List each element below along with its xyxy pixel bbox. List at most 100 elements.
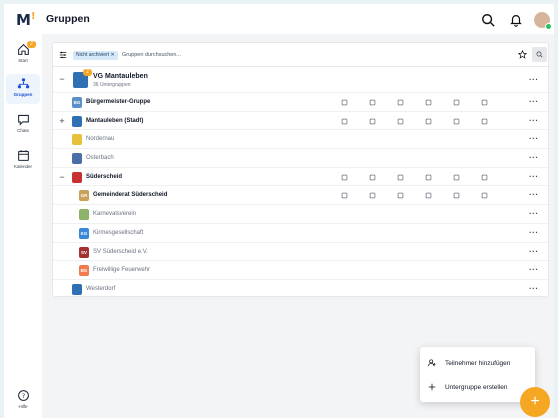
sidebar: 2 Start Gruppen Chats Kalender ? Hilfe: [4, 34, 42, 418]
group-name: Mantauleben (Stadt): [86, 117, 144, 124]
note-icon[interactable]: [453, 118, 460, 125]
search-icon: [536, 51, 543, 58]
more-options-icon[interactable]: ···: [529, 209, 539, 218]
header: M! Gruppen: [4, 4, 554, 34]
more-options-icon[interactable]: ···: [529, 153, 539, 162]
user-icon[interactable]: [341, 118, 348, 125]
group-subtitle: 36 Untergruppen: [93, 82, 131, 88]
add-participant-menu-item[interactable]: Teilnehmer hinzufügen: [428, 354, 510, 372]
user-icon[interactable]: [341, 174, 348, 181]
crest-icon: BG: [72, 97, 82, 108]
more-options-icon[interactable]: ···: [529, 190, 539, 199]
group-name: VG Mantauleben: [93, 73, 148, 80]
crest-icon: KG: [79, 227, 89, 239]
phone-icon[interactable]: [369, 174, 376, 181]
expand-toggle[interactable]: −: [58, 172, 66, 182]
page-title: Gruppen: [46, 13, 90, 25]
share-icon[interactable]: [397, 174, 404, 181]
table-row[interactable]: Karnevalsverein ···: [53, 205, 550, 224]
user-avatar[interactable]: [534, 12, 552, 30]
add-fab-button[interactable]: +: [520, 387, 550, 417]
doc-icon[interactable]: [425, 174, 432, 181]
share-icon[interactable]: [397, 192, 404, 199]
more-options-icon[interactable]: ···: [529, 172, 539, 181]
group-name: Gemeinderat Süderscheid: [93, 192, 168, 199]
menu-item-label: Teilnehmer hinzufügen: [445, 359, 511, 367]
table-row[interactable]: GR Gemeinderat Süderscheid ···: [53, 186, 550, 206]
group-name: Osterbach: [86, 155, 114, 162]
plus-icon: +: [530, 393, 540, 410]
expand-toggle[interactable]: +: [58, 116, 66, 126]
bell-icon[interactable]: [509, 13, 523, 27]
table-row[interactable]: Nordernau ···: [53, 130, 550, 150]
info-icon[interactable]: [481, 118, 488, 125]
share-icon[interactable]: [397, 99, 404, 106]
table-row[interactable]: Osterbach ···: [53, 149, 550, 168]
user-icon[interactable]: [341, 99, 348, 106]
more-options-icon[interactable]: ···: [529, 97, 539, 106]
filter-chip[interactable]: Nicht archiviert ✕: [73, 51, 118, 60]
sidebar-item-kalender[interactable]: Kalender: [6, 146, 40, 176]
collapse-toggle[interactable]: −: [58, 74, 66, 84]
app-logo[interactable]: M!: [16, 11, 36, 29]
action-menu: Teilnehmer hinzufügen Untergruppe erstel…: [420, 347, 535, 402]
search-icon[interactable]: [481, 13, 495, 27]
sidebar-item-gruppen[interactable]: Gruppen: [6, 74, 40, 104]
crest-icon: [72, 283, 82, 295]
share-icon[interactable]: [397, 118, 404, 125]
crest-icon: BG: [79, 265, 89, 277]
sidebar-item-hilfe[interactable]: ? Hilfe: [6, 386, 40, 416]
user-icon[interactable]: [341, 192, 348, 199]
phone-icon[interactable]: [369, 99, 376, 106]
more-options-icon[interactable]: ···: [529, 134, 539, 143]
close-icon[interactable]: ✕: [110, 52, 114, 58]
table-row[interactable]: SV SV Süderscheid e.V. ···: [53, 243, 550, 262]
svg-text:?: ?: [21, 392, 24, 400]
note-icon[interactable]: [453, 174, 460, 181]
more-options-icon[interactable]: ···: [529, 116, 539, 125]
info-icon[interactable]: [481, 174, 488, 181]
doc-icon[interactable]: [425, 118, 432, 125]
table-row[interactable]: + Mantauleben (Stadt) ···: [53, 112, 550, 131]
sidebar-item-label: Hilfe: [18, 404, 28, 409]
filter-icon[interactable]: [59, 51, 67, 59]
create-subgroup-menu-item[interactable]: Untergruppe erstellen: [428, 378, 508, 396]
more-options-icon[interactable]: ···: [529, 284, 539, 293]
search-input[interactable]: [122, 49, 422, 61]
group-name: Nordernau: [86, 136, 115, 143]
note-icon[interactable]: [453, 192, 460, 199]
table-row[interactable]: BG Bürgermeister-Gruppe ···: [53, 93, 550, 112]
more-options-icon[interactable]: ···: [529, 75, 539, 84]
table-row[interactable]: − Süderscheid ···: [53, 168, 550, 187]
sidebar-item-label: Kalender: [13, 164, 32, 169]
sidebar-item-chats[interactable]: Chats: [6, 110, 40, 140]
menu-item-label: Untergruppe erstellen: [445, 383, 508, 391]
more-options-icon[interactable]: ···: [529, 265, 539, 274]
table-row[interactable]: Westerdorf ···: [53, 280, 550, 299]
chat-icon: [17, 114, 29, 126]
crest-icon: [72, 134, 82, 146]
search-button[interactable]: [532, 47, 547, 62]
doc-icon[interactable]: [425, 99, 432, 106]
phone-icon[interactable]: [369, 192, 376, 199]
group-name: Kirmesgesellschaft: [93, 229, 144, 236]
star-icon[interactable]: [518, 50, 527, 59]
sidebar-item-label: Start: [18, 58, 28, 63]
filter-bar: Nicht archiviert ✕: [53, 43, 550, 67]
more-options-icon[interactable]: ···: [529, 228, 539, 237]
calendar-icon: [17, 150, 29, 161]
table-row[interactable]: KG Kirmesgesellschaft ···: [53, 224, 550, 243]
table-row[interactable]: − 2 VG Mantauleben 36 Untergruppen ···: [53, 67, 550, 93]
crest-icon: GR: [79, 190, 89, 202]
doc-icon[interactable]: [425, 192, 432, 199]
sidebar-item-start[interactable]: 2 Start: [6, 40, 40, 70]
info-icon[interactable]: [481, 99, 488, 106]
group-name: Süderscheid: [86, 173, 123, 180]
table-row[interactable]: BG Freiwillige Feuerwehr ···: [53, 261, 550, 280]
online-status-dot: [545, 23, 552, 30]
group-name: Westerdorf: [86, 285, 116, 292]
note-icon[interactable]: [453, 99, 460, 106]
phone-icon[interactable]: [369, 118, 376, 125]
more-options-icon[interactable]: ···: [529, 247, 539, 256]
info-icon[interactable]: [481, 192, 488, 199]
